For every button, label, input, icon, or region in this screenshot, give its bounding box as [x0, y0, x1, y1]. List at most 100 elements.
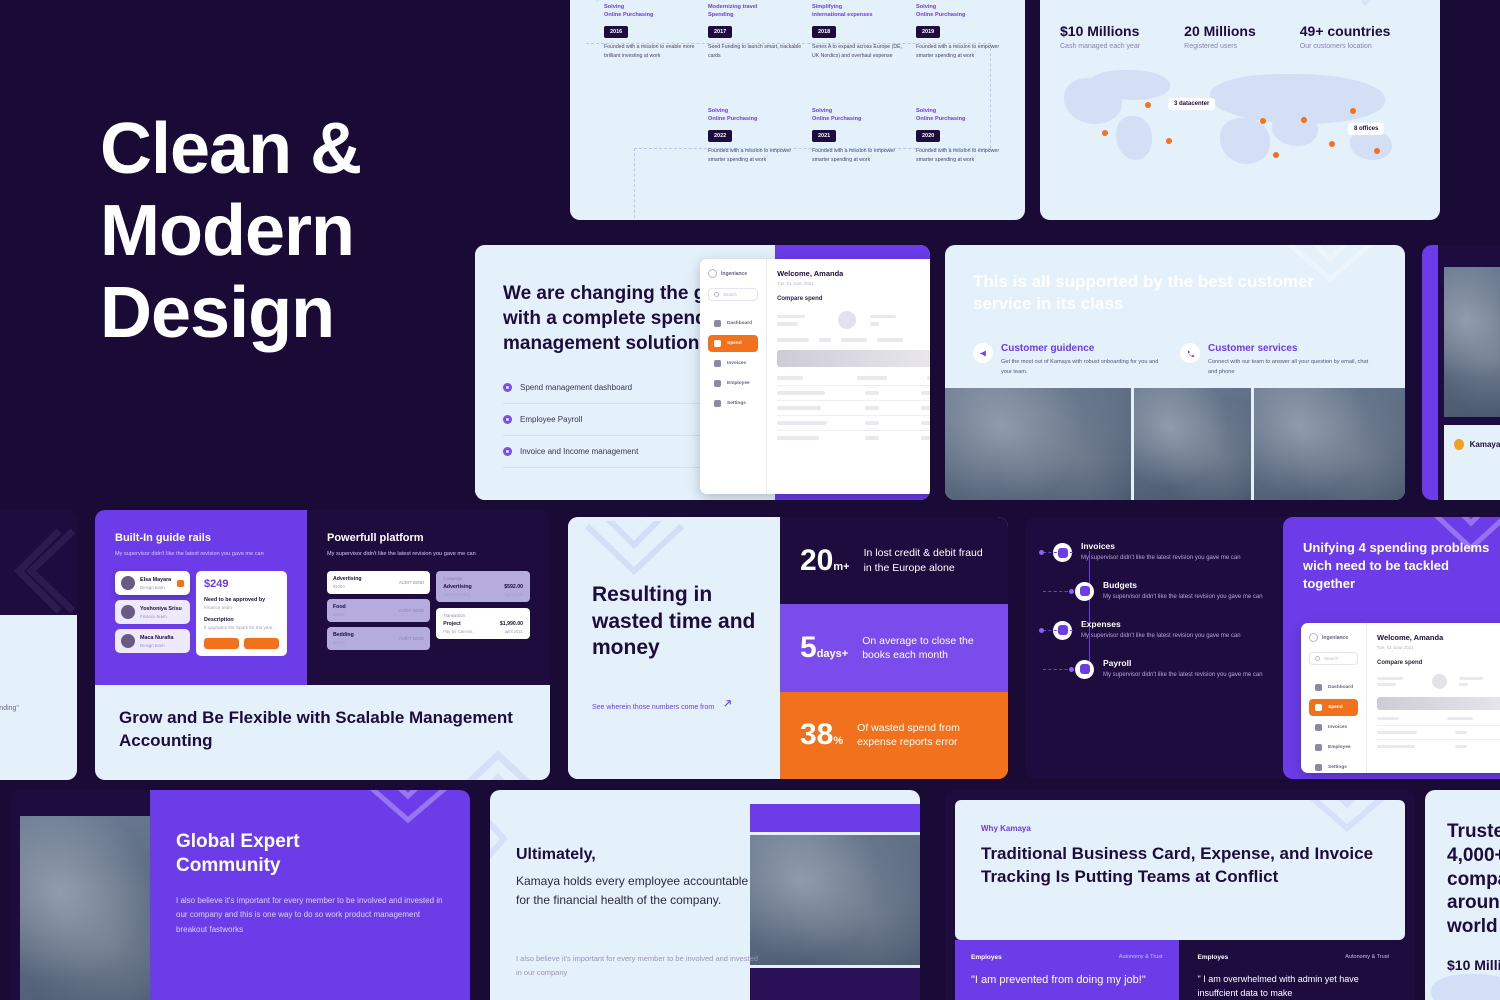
- timeline-entry[interactable]: Solving Online Purchasing 2021 Founded w…: [812, 107, 910, 164]
- map-pin[interactable]: [1350, 107, 1356, 114]
- kpi-cell: [1377, 677, 1420, 686]
- slide-timeline[interactable]: utilize case by case Solving Online Purc…: [570, 0, 1025, 220]
- table-row[interactable]: [777, 400, 930, 415]
- timeline-entry[interactable]: Solving Online Purchasing 2019 Founded w…: [916, 3, 1014, 60]
- search-input[interactable]: Search: [708, 288, 759, 301]
- timeline-entry-year: 2018: [812, 25, 837, 38]
- why-quotes: Employes Autonomy & Trust "I am prevente…: [955, 940, 1405, 1000]
- slide-spend-management[interactable]: We are changing the game with a complete…: [475, 245, 930, 500]
- timeline-entry[interactable]: Simplifying international expenses 2018 …: [812, 3, 910, 60]
- slide-partial-right-middle[interactable]: Kamaya...: [1422, 245, 1500, 500]
- slide-global-community[interactable]: Global Expert Community I also believe i…: [10, 790, 470, 1000]
- map-title-line-2: around the world: [1447, 892, 1500, 937]
- problem-item[interactable]: Invoices My supervisor didn't like the l…: [1039, 541, 1296, 564]
- sidebar-item-spend[interactable]: Spend: [708, 335, 759, 352]
- community-panel: Global Expert Community I also believe i…: [150, 790, 470, 1000]
- quote-card-purple[interactable]: Employes Autonomy & Trust "I am prevente…: [955, 940, 1179, 1000]
- problem-item[interactable]: Budgets My supervisor didn't like the la…: [1043, 580, 1296, 603]
- timeline-entry-desc: Founded with a mission to enable more br…: [604, 43, 695, 59]
- list-item[interactable]: Maca Nurafia Design team: [115, 629, 190, 654]
- search-placeholder: Search: [723, 292, 737, 297]
- quote-text: " I am overwhelmed with admin yet have i…: [1197, 974, 1359, 998]
- sidebar-item-invoices[interactable]: Invoices: [1309, 719, 1358, 736]
- logo-ring-icon: [1309, 633, 1318, 642]
- stat-card-fraud[interactable]: 20m+ In lost credit & debit fraud in the…: [780, 517, 1008, 605]
- map-pin[interactable]: [1260, 117, 1266, 124]
- table-row[interactable]: [777, 385, 930, 400]
- gear-icon: [1315, 764, 1322, 771]
- approval-card[interactable]: $249 Need to be approved by Finance team…: [196, 571, 287, 657]
- people-list: Elsa Mayara Design team Yoshoniya Srisu …: [115, 571, 190, 656]
- slide-trusted-map[interactable]: Trusted by 4,000+ companies around the w…: [1040, 0, 1440, 220]
- table-row[interactable]: [777, 415, 930, 430]
- stat-card-days[interactable]: 5days+ On average to close the books eac…: [780, 604, 1008, 692]
- sidebar-item-settings[interactable]: Settings: [708, 395, 758, 412]
- map-pin[interactable]: [1374, 147, 1380, 154]
- slide-why-kamaya[interactable]: Why Kamaya Traditional Business Card, Ex…: [945, 790, 1415, 1000]
- approve-button[interactable]: [204, 638, 239, 650]
- stat-card-waste[interactable]: 38% Of wasted spend from expense reports…: [780, 691, 1008, 779]
- dashboard-mockup[interactable]: Ingeniance Search Dashboard Spend Invoic…: [700, 259, 930, 494]
- service-card[interactable]: Customer guidence Get the most out of Ka…: [973, 343, 1170, 375]
- slide-unifying[interactable]: Unifying 4 spending problems wich need t…: [1283, 517, 1500, 779]
- slide-wasted-time[interactable]: Resulting in wasted time and money See w…: [568, 517, 1008, 779]
- team-photo: [945, 388, 1132, 500]
- map-pin[interactable]: [1301, 116, 1307, 123]
- dashboard-mockup[interactable]: Ingeniance Search Dashboard Spend Invoic…: [1301, 623, 1500, 773]
- ultimately-media: [750, 804, 920, 1000]
- table-row[interactable]: [777, 430, 930, 445]
- timeline-entry[interactable]: Solving Online Purchasing 2020 Founded w…: [916, 107, 1014, 164]
- dashboard-sidebar[interactable]: Ingeniance Search Dashboard Spend Invoic…: [700, 259, 768, 494]
- map-pin[interactable]: [1145, 101, 1151, 108]
- list-item[interactable]: Elsa Mayara Design team: [115, 571, 190, 596]
- sidebar-item-spend[interactable]: Spend: [1309, 699, 1358, 716]
- table-row[interactable]: Food $2000 AUDIT SEND: [327, 599, 431, 623]
- accent-block-dark: [750, 968, 920, 1000]
- sidebar-item-employee[interactable]: Employee: [1309, 739, 1358, 756]
- sidebar-item-dashboard[interactable]: Dashboard: [708, 315, 758, 332]
- ultimately-footer: I also believe it's important for every …: [516, 953, 758, 978]
- sidebar-item-settings[interactable]: Settings: [1309, 759, 1358, 773]
- wasted-link-row[interactable]: See wherein those numbers come from: [592, 696, 756, 714]
- timeline-entry[interactable]: Modernizing travel Spending 2017 Seed Fu…: [708, 3, 806, 60]
- problem-item[interactable]: Expenses My supervisor didn't like the l…: [1039, 619, 1296, 642]
- map-pin[interactable]: [1329, 140, 1335, 147]
- sidebar-item-invoices[interactable]: Invoices: [708, 355, 758, 372]
- search-input[interactable]: Search: [1309, 652, 1358, 665]
- timeline-entry[interactable]: Solving Online Purchasing 2016 Founded w…: [604, 3, 702, 60]
- filter-row[interactable]: [777, 338, 930, 342]
- problem-item[interactable]: Payroll My supervisor didn't like the la…: [1043, 658, 1296, 681]
- timeline-entry-year: 2016: [604, 25, 629, 38]
- dashboard-sidebar[interactable]: Ingeniance Search Dashboard Spend Invoic…: [1301, 623, 1367, 773]
- table-row[interactable]: Advertising $1000 AUDIT SEND: [327, 571, 431, 595]
- slide-guide-rails[interactable]: Built-In guide rails My supervisor didn'…: [95, 510, 550, 780]
- table-row[interactable]: [1377, 739, 1500, 753]
- decline-button[interactable]: [244, 638, 279, 650]
- quote-card-dark[interactable]: Employes Autonomy & Trust " I am overwhe…: [1181, 940, 1405, 1000]
- slide-customer-service[interactable]: This is all supported by the best custom…: [945, 245, 1405, 500]
- sidebar-item-label: Employee: [727, 381, 750, 386]
- map-pin[interactable]: [1102, 129, 1108, 136]
- guide-rails-left: Built-In guide rails My supervisor didn'…: [95, 510, 307, 685]
- external-link-icon[interactable]: [722, 696, 733, 714]
- mini-card[interactable]: Transaction Project $1,990.00 Pay for Ca…: [436, 608, 530, 640]
- slide-ultimately[interactable]: Ultimately, Kamaya holds every employee …: [490, 790, 920, 1000]
- slide-partial-left-middle[interactable]: ...dget ...ete visibility ...ending": [0, 510, 77, 780]
- map-pin[interactable]: [1273, 151, 1279, 158]
- service-card[interactable]: Customer services Connect with our team …: [1180, 343, 1377, 375]
- row-name: Bedding: [333, 632, 354, 639]
- map-pin[interactable]: [1166, 137, 1172, 144]
- row-name: Advertising: [333, 576, 362, 583]
- slide-partial-right-bottom[interactable]: Trusted by 4,000+ companies around the w…: [1425, 790, 1500, 1000]
- sidebar-item-employee[interactable]: Employee: [708, 375, 758, 392]
- mini-card-tag: Transaction: [443, 613, 465, 619]
- platform-title: Powerfull platform: [327, 532, 424, 544]
- timeline-entry[interactable]: Solving Online Purchasing 2022 Founded w…: [708, 107, 806, 164]
- table-row[interactable]: Bedding $4700 AUDIT SEND: [327, 627, 431, 651]
- sidebar-item-dashboard[interactable]: Dashboard: [1309, 679, 1358, 696]
- mini-card[interactable]: Campaign Advertising $592.00 Advertiseme…: [436, 571, 530, 603]
- list-item[interactable]: Yoshoniya Srisu Finance team: [115, 600, 190, 625]
- map-stat: 49+ countries Our customers location: [1300, 23, 1391, 50]
- stat-number: 5days+: [800, 630, 849, 664]
- table-row[interactable]: [1377, 725, 1500, 739]
